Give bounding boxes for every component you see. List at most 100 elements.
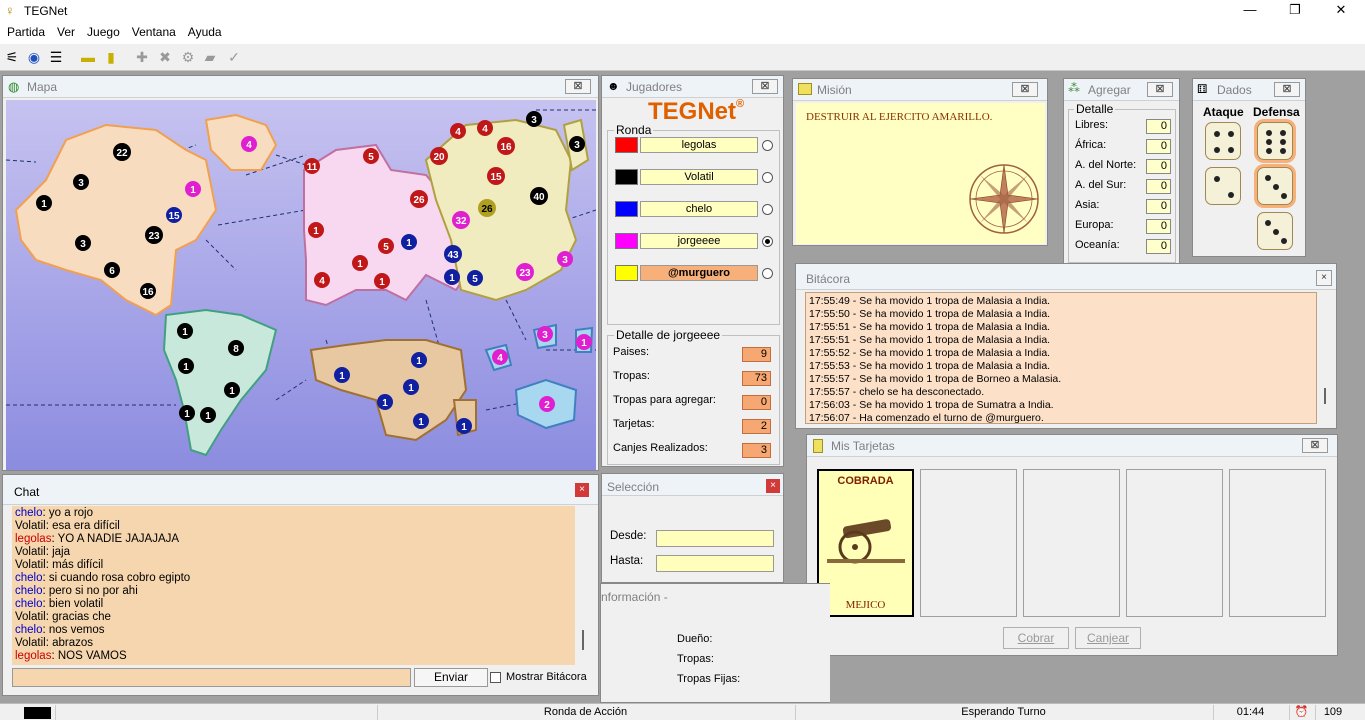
chat-close-button[interactable]: × <box>575 483 589 497</box>
log-scrollbar[interactable] <box>1319 292 1333 424</box>
log-line: 17:55:57 - chelo se ha desconectado. <box>809 386 985 398</box>
menu-ventana[interactable]: Ventana <box>125 22 181 39</box>
player-radio[interactable] <box>762 140 773 151</box>
log-scrollbar-thumb[interactable] <box>1324 388 1326 404</box>
die-pip <box>1228 147 1234 153</box>
canjear-button[interactable]: Canjear <box>1075 627 1141 649</box>
card-slot-3 <box>1023 469 1120 617</box>
die-pip <box>1273 184 1279 190</box>
svg-text:16: 16 <box>142 287 154 298</box>
player-radio[interactable] <box>762 268 773 279</box>
close-button[interactable]: ✕ <box>1318 2 1364 20</box>
cards-close-button[interactable]: ⊠ <box>1302 438 1328 453</box>
card-icon[interactable]: ▰ <box>200 47 220 67</box>
card-slot-5 <box>1229 469 1326 617</box>
gear-icon[interactable]: ⚙ <box>178 47 198 67</box>
svg-text:3: 3 <box>80 239 86 250</box>
agregar-label: Oceanía: <box>1075 239 1120 251</box>
attack-label: Ataque <box>1203 105 1244 119</box>
die-pip <box>1280 139 1286 145</box>
send-button[interactable]: Enviar <box>414 668 488 687</box>
country-card[interactable]: COBRADA MEJICO <box>817 469 914 617</box>
selection-close-button[interactable]: × <box>766 479 780 493</box>
players-close-button[interactable]: ⊠ <box>752 79 778 94</box>
svg-text:1: 1 <box>382 398 388 409</box>
dice-title: Dados <box>1217 83 1252 97</box>
chat-scrollbar-thumb[interactable] <box>582 630 584 650</box>
yellow-card-icon[interactable]: ▬ <box>78 47 98 67</box>
fixed-troops-label: Tropas Fijas: <box>677 673 741 685</box>
title-bar: ♀ TEGNet — ❐ ✕ <box>0 0 1365 22</box>
die-pip <box>1265 175 1271 181</box>
die-pip <box>1281 193 1287 199</box>
detail-label: Tropas: <box>613 370 650 382</box>
dice-close-button[interactable]: ⊠ <box>1274 82 1300 97</box>
svg-text:1: 1 <box>313 226 319 237</box>
chat-messages: chelo: yo a rojo Volatil: esa era difícil… <box>12 506 575 665</box>
player-radio[interactable] <box>762 204 773 215</box>
mission-title-bar: Misión ⊠ <box>793 79 1047 101</box>
log-close-button[interactable]: × <box>1316 270 1332 286</box>
players-window: ☻ Jugadores ⊠ TEGNet® Ronda Detalle de j… <box>601 75 784 467</box>
menu-juego[interactable]: Juego <box>80 22 125 39</box>
svg-text:1: 1 <box>461 422 467 433</box>
connect-icon[interactable]: ⚟ <box>2 47 22 67</box>
agregar-close-button[interactable]: ⊠ <box>1147 82 1173 97</box>
die-pip <box>1266 148 1272 154</box>
mission-close-button[interactable]: ⊠ <box>1012 82 1038 97</box>
check-icon[interactable]: ✓ <box>224 47 244 67</box>
map-close-button[interactable]: ⊠ <box>565 79 591 94</box>
svg-text:16: 16 <box>500 142 512 153</box>
log-line: 17:55:49 - Se ha movido 1 tropa de Malas… <box>809 295 1051 307</box>
menu-partida[interactable]: Partida <box>0 22 50 39</box>
svg-text:40: 40 <box>533 192 545 203</box>
globe-icon[interactable]: ◉ <box>24 47 44 67</box>
info-title: nformación - <box>601 590 668 604</box>
chat-scrollbar[interactable] <box>576 506 591 665</box>
world-map[interactable]: 223136162318111 13340 1151154 14 420161526 … <box>6 100 596 470</box>
chat-text: : jaja <box>45 546 70 558</box>
svg-text:3: 3 <box>78 178 84 189</box>
chat-message: Volatil: más difícil <box>15 559 572 572</box>
desde-field[interactable] <box>656 530 774 547</box>
menu-ayuda[interactable]: Ayuda <box>181 22 227 39</box>
agregar-label: Europa: <box>1075 219 1114 231</box>
show-log-checkbox[interactable] <box>490 672 501 683</box>
cannon-icon <box>827 519 905 564</box>
cards-window: Mis Tarjetas ⊠ COBRADA MEJICO Cobrar Can… <box>806 434 1338 656</box>
cards-title: Mis Tarjetas <box>831 439 895 453</box>
mission-icon[interactable]: ▮ <box>101 47 121 67</box>
log-title: Bitácora <box>806 272 851 286</box>
chat-message: legolas: NOS VAMOS <box>15 650 572 663</box>
player-radio[interactable] <box>762 236 773 247</box>
svg-text:6: 6 <box>109 266 115 277</box>
log-line: 17:55:53 - Se ha movido 1 tropa de Malas… <box>809 360 1051 372</box>
agregar-label: A. del Sur: <box>1075 179 1127 191</box>
ronda-group <box>607 130 780 325</box>
agregar-label: Libres: <box>1075 119 1109 131</box>
chat-text: : pero si no por ahi <box>42 585 138 597</box>
svg-text:1: 1 <box>190 185 196 196</box>
chat-message: chelo: yo a rojo <box>15 507 572 520</box>
cobrar-button[interactable]: Cobrar <box>1003 627 1069 649</box>
restore-button[interactable]: ❐ <box>1272 2 1318 20</box>
menu-ver[interactable]: Ver <box>50 22 80 39</box>
chat-message: chelo: pero si no por ahi <box>15 585 572 598</box>
agregar-value: 0 <box>1146 199 1171 214</box>
svg-text:4: 4 <box>319 276 325 287</box>
remove-icon[interactable]: ✖ <box>155 47 175 67</box>
svg-text:1: 1 <box>184 409 190 420</box>
minimize-button[interactable]: — <box>1227 2 1273 20</box>
player-radio[interactable] <box>762 172 773 183</box>
globe-icon: ◍ <box>8 79 20 94</box>
dice-window: ⚅ Dados ⊠ Ataque Defensa <box>1192 78 1306 257</box>
add-icon[interactable]: ✚ <box>132 47 152 67</box>
card-slot-4 <box>1126 469 1223 617</box>
chat-message: Volatil: esa era difícil <box>15 520 572 533</box>
list-icon[interactable]: ☰ <box>46 47 66 67</box>
svg-text:1: 1 <box>182 327 188 338</box>
svg-text:3: 3 <box>531 115 537 126</box>
hasta-field[interactable] <box>656 555 774 572</box>
chat-input[interactable] <box>12 668 411 687</box>
die-icon <box>1257 167 1293 205</box>
